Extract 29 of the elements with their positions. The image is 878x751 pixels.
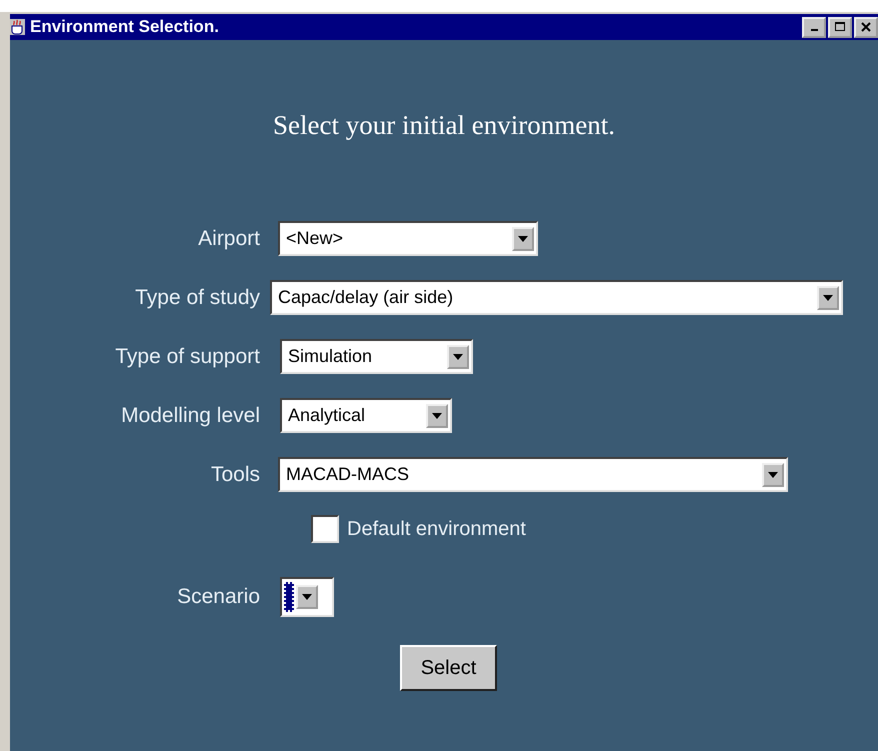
dropdown-arrow-icon — [518, 236, 528, 242]
dropdown-arrow-icon — [302, 594, 312, 600]
heading: Select your initial environment. — [272, 110, 616, 142]
dropdown-arrow-icon — [453, 354, 463, 360]
dropdown[interactable] — [280, 577, 334, 617]
dropdown[interactable]: Simulation — [280, 339, 473, 374]
field-label: Scenario — [176, 585, 260, 609]
dropdown-arrow-icon — [432, 412, 442, 418]
dropdown-arrow-icon — [768, 472, 778, 478]
dropdown-arrow-icon — [823, 294, 833, 300]
field-label: Type of study — [134, 286, 260, 310]
close-button[interactable] — [854, 16, 878, 38]
maximize-button[interactable] — [828, 16, 852, 38]
dropdown[interactable]: Analytical — [280, 398, 452, 433]
field-label: Airport — [197, 226, 260, 250]
dropdown[interactable]: <New> — [278, 221, 538, 256]
select-button[interactable]: Select — [400, 645, 497, 691]
dropdown[interactable]: MACAD-MACS — [278, 457, 788, 492]
field-label: Tools — [210, 462, 260, 486]
dropdown[interactable]: Capac/delay (air side) — [270, 280, 843, 315]
checkbox[interactable] — [311, 515, 339, 543]
checkbox-label: Default environment — [347, 518, 526, 540]
close-icon — [861, 22, 871, 32]
minimize-icon — [810, 29, 818, 31]
field-label: Modelling level — [120, 404, 260, 428]
field-label: Type of support — [114, 344, 260, 368]
maximize-icon — [835, 22, 845, 32]
window-title: Environment Selection. — [30, 17, 219, 37]
minimize-button[interactable] — [802, 16, 826, 38]
